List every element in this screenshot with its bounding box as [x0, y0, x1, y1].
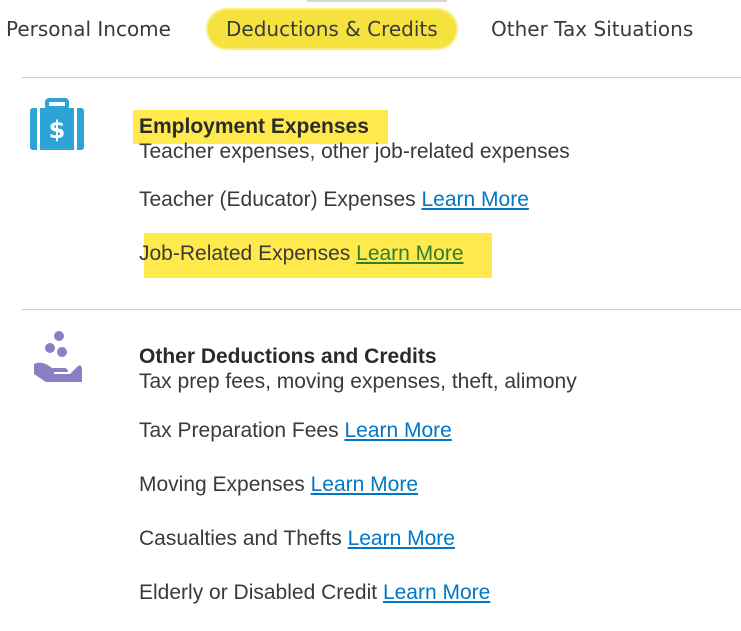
list-item: Casualties and Thefts Learn More — [139, 527, 455, 551]
list-item: Moving Expenses Learn More — [139, 473, 418, 497]
item-label: Elderly or Disabled Credit — [139, 581, 378, 604]
learn-more-link[interactable]: Learn More — [348, 527, 455, 550]
item-label: Job-Related Expenses — [139, 242, 351, 265]
learn-more-link[interactable]: Learn More — [421, 188, 528, 211]
learn-more-link[interactable]: Learn More — [356, 242, 463, 265]
tab-deductions-credits[interactable]: Deductions & Credits — [208, 10, 456, 48]
list-item: Tax Preparation Fees Learn More — [139, 419, 452, 443]
section-title: Other Deductions and Credits — [139, 345, 437, 368]
section-title: Employment Expenses — [139, 115, 369, 138]
section-divider — [22, 77, 741, 78]
section-divider — [22, 309, 741, 310]
svg-text:$: $ — [49, 116, 66, 144]
learn-more-link[interactable]: Learn More — [344, 419, 451, 442]
item-label: Tax Preparation Fees — [139, 419, 339, 442]
tab-other-tax-situations[interactable]: Other Tax Situations — [491, 10, 693, 48]
list-item: Job-Related Expenses Learn More — [139, 242, 464, 266]
briefcase-dollar-icon: $ — [30, 98, 84, 150]
learn-more-link[interactable]: Learn More — [311, 473, 418, 496]
tab-divider — [307, 0, 447, 2]
tab-personal-income[interactable]: Personal Income — [6, 10, 171, 48]
learn-more-link[interactable]: Learn More — [383, 581, 490, 604]
item-label: Casualties and Thefts — [139, 527, 342, 550]
item-label: Moving Expenses — [139, 473, 305, 496]
category-tabs: Personal Income Deductions & Credits Oth… — [0, 0, 741, 58]
hand-coins-icon — [34, 331, 82, 382]
list-item: Teacher (Educator) Expenses Learn More — [139, 188, 529, 212]
list-item: Elderly or Disabled Credit Learn More — [139, 581, 490, 605]
section-subtitle: Teacher expenses, other job-related expe… — [139, 140, 570, 163]
section-subtitle: Tax prep fees, moving expenses, theft, a… — [139, 370, 577, 393]
item-label: Teacher (Educator) Expenses — [139, 188, 416, 211]
